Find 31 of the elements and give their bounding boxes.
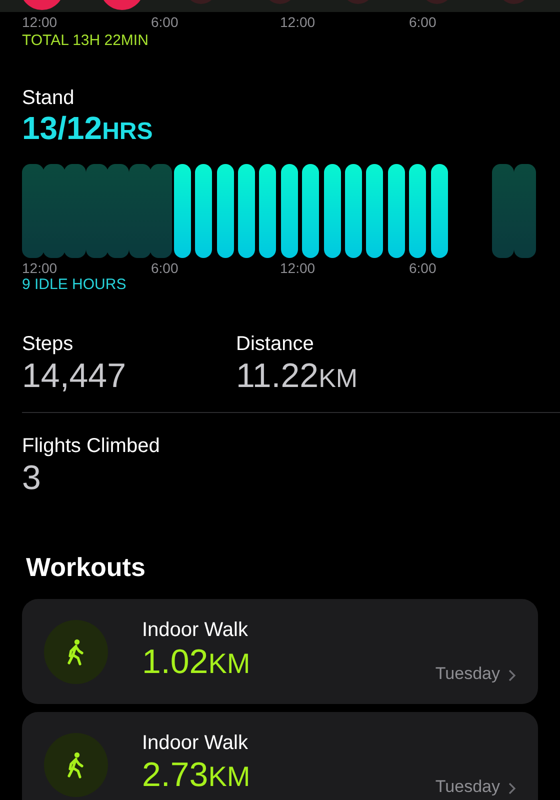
walking-person-icon: [44, 732, 108, 796]
axis-label: 6:00: [409, 260, 438, 276]
workout-distance: 2.73KM: [142, 755, 252, 796]
stat-value: 3: [21, 458, 42, 498]
stat-value: 14,447: [22, 356, 127, 396]
workout-day: Tuesday: [435, 777, 500, 797]
exercise-total: TOTAL 13H 22MIN: [21, 32, 150, 49]
section-title: Workouts: [25, 552, 146, 583]
axis-label: 6:00: [151, 14, 180, 30]
workout-card[interactable]: Indoor Walk 1.02KM Tuesday: [22, 599, 538, 704]
chevron-icon: [508, 669, 516, 682]
workout-distance: 1.02KM: [142, 642, 252, 683]
stat-label: Distance: [236, 333, 315, 356]
stand-value: 13/12HRS: [21, 110, 154, 148]
axis-label: 6:00: [409, 14, 438, 30]
axis-label: 12:00: [280, 260, 316, 276]
workout-name: Indoor Walk: [142, 619, 249, 642]
stand-title: Stand: [21, 87, 76, 110]
axis-label: 6:00: [151, 260, 180, 276]
workout-card[interactable]: Indoor Walk 2.73KM Tuesday: [22, 712, 538, 800]
workout-day: Tuesday: [435, 664, 500, 684]
idle-hours: 9 IDLE HOURS: [21, 276, 128, 293]
axis-label: 12:00: [22, 260, 58, 276]
stat-label: Flights Climbed: [21, 435, 161, 458]
axis-label: 12:00: [22, 14, 58, 30]
workout-name: Indoor Walk: [142, 732, 249, 755]
stat-value: 11.22KM: [236, 356, 359, 397]
stat-label: Steps: [22, 333, 74, 356]
axis-label: 12:00: [280, 14, 316, 30]
walking-person-icon: [44, 620, 108, 684]
chevron-icon: [508, 782, 516, 795]
